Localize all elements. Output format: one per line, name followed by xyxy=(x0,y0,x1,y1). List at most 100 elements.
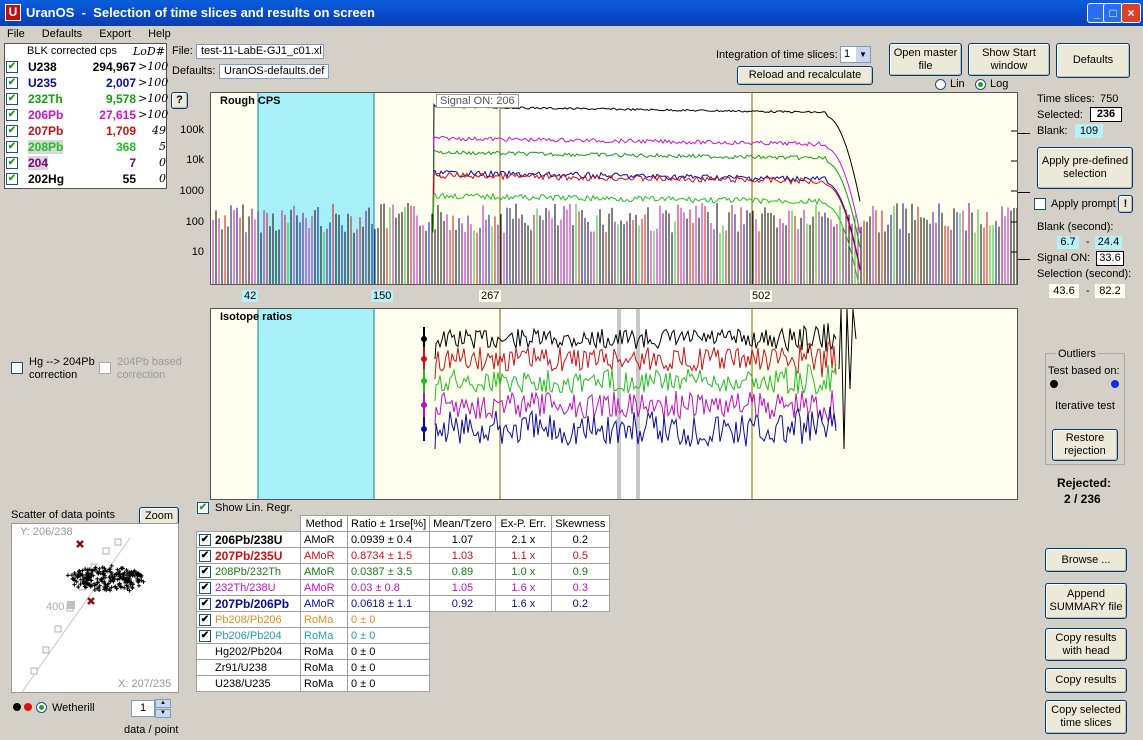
copy-selected-button[interactable]: Copy selected time slices xyxy=(1045,700,1127,734)
close-button[interactable]: × xyxy=(1121,3,1141,23)
result-row[interactable]: Zr91/U238 RoMa 0 ± 0 xyxy=(196,659,610,676)
cps-y-tick: 100k xyxy=(180,124,204,136)
result-method: AMoR xyxy=(300,595,348,612)
outliers-group: Outliers Test based on: Iterative test R… xyxy=(1045,348,1125,465)
isotope-ratio-chart[interactable]: Isotope ratios xyxy=(210,308,1018,500)
result-checkbox[interactable]: ✔ xyxy=(199,582,211,594)
result-checkbox[interactable]: ✔ xyxy=(199,630,211,642)
isotope-lod: >100 xyxy=(138,92,169,105)
result-row[interactable]: ✔ 207Pb/206Pb AMoR 0.0618 ± 1.1 0.92 1.6 x 0.2 xyxy=(196,595,610,612)
result-row[interactable]: Hg202/Pb204 RoMa 0 ± 0 xyxy=(196,643,610,660)
isotope-name: 206Pb xyxy=(28,108,64,122)
copy-results-button[interactable]: Copy results xyxy=(1045,668,1127,693)
defaults-button[interactable]: Defaults xyxy=(1056,43,1130,78)
scatter-point xyxy=(65,573,70,578)
result-method: RoMa xyxy=(300,611,348,628)
isotope-lod: >100 xyxy=(138,76,169,89)
result-ratio: 0 ± 0 xyxy=(346,659,431,676)
cps-title: Rough CPS xyxy=(220,95,281,107)
result-skewness: 0.2 xyxy=(550,595,610,612)
blank-dash: - xyxy=(1086,236,1090,248)
result-row[interactable]: ✔ 207Pb/235U AMoR 0.8734 ± 1.5 1.03 1.1 x 0.5 xyxy=(196,547,610,564)
black-dot-icon[interactable] xyxy=(1050,380,1058,388)
result-mean: 0.92 xyxy=(429,595,496,612)
result-checkbox[interactable]: ✔ xyxy=(199,614,211,626)
menu-defaults[interactable]: Defaults xyxy=(35,26,89,42)
isotope-lod: 0 xyxy=(159,156,166,169)
result-row[interactable]: ✔ Pb206/Pb204 RoMa 0 ± 0 xyxy=(196,627,610,644)
append-summary-button[interactable]: Append SUMMARY file xyxy=(1045,583,1127,619)
reload-button[interactable]: Reload and recalculate xyxy=(737,66,873,85)
browse-button[interactable]: Browse ... xyxy=(1045,548,1127,572)
file-field[interactable]: test-11-LabE-GJ1_c01.xl xyxy=(196,44,324,59)
result-checkbox[interactable]: ✔ xyxy=(199,598,211,610)
black-dot-icon[interactable] xyxy=(13,703,21,711)
isotope-name: U238 xyxy=(28,60,57,74)
red-dot-icon[interactable] xyxy=(24,703,32,711)
maximize-button[interactable]: □ xyxy=(1103,3,1123,23)
defaults-field[interactable]: UranOS-defaults.def xyxy=(219,64,329,79)
isotope-checkbox[interactable]: ✔ xyxy=(6,109,18,121)
cps-y-tick: 10 xyxy=(191,246,204,258)
outliers-title: Outliers xyxy=(1056,348,1098,360)
chevron-down-icon[interactable]: ▼ xyxy=(856,47,870,62)
result-row[interactable]: ✔ 208Pb/232Th AMoR 0.0387 ± 3.5 0.89 1.0 x 0.9 xyxy=(196,563,610,580)
result-ratio: 0.8734 ± 1.5 xyxy=(346,547,431,564)
isotope-checkbox[interactable]: ✔ xyxy=(6,141,18,153)
isotope-checkbox[interactable]: ✔ xyxy=(6,125,18,137)
cps-x-marker: 150 xyxy=(371,290,394,302)
result-mean: 1.07 xyxy=(429,531,496,548)
result-skewness: 0.3 xyxy=(550,579,610,596)
results-header-row: Method Ratio ± 1rse[%] Mean/Tzero Ex-P. … xyxy=(196,515,610,532)
connector-line xyxy=(1018,259,1030,260)
result-checkbox[interactable]: ✔ xyxy=(199,566,211,578)
apply-prompt-checkbox[interactable] xyxy=(1034,198,1046,210)
isotope-checkbox[interactable]: ✔ xyxy=(6,61,18,73)
show-lin-regr-checkbox[interactable]: ✔ xyxy=(197,502,209,514)
integration-select[interactable]: 1 ▼ xyxy=(840,46,871,63)
sel-to: 82.2 xyxy=(1095,284,1125,298)
result-ratio: 0.0618 ± 1.1 xyxy=(346,595,431,612)
open-master-button[interactable]: Open master file xyxy=(889,43,962,76)
data-per-point-input[interactable]: 1 xyxy=(131,700,155,717)
menu-help[interactable]: Help xyxy=(141,26,178,42)
result-row[interactable]: ✔ 206Pb/238U AMoR 0.0939 ± 0.4 1.07 2.1 x 0.2 xyxy=(196,531,610,548)
isotope-value: 1,709 xyxy=(105,124,136,138)
result-method: AMoR xyxy=(300,563,348,580)
result-row[interactable]: U238/U235 RoMa 0 ± 0 xyxy=(196,675,610,692)
copy-results-head-button[interactable]: Copy results with head xyxy=(1045,628,1127,661)
menu-file[interactable]: File xyxy=(0,26,32,42)
isotope-checkbox[interactable]: ✔ xyxy=(6,77,18,89)
chevron-down-icon[interactable]: ▼ xyxy=(155,709,171,718)
log-radio[interactable] xyxy=(975,79,986,90)
cps-y-tick: 1000 xyxy=(179,185,204,197)
menu-export[interactable]: Export xyxy=(92,26,138,42)
concordia-tick xyxy=(54,625,62,633)
apply-prompt-excl-button[interactable]: ! xyxy=(1118,195,1133,213)
data-per-point-stepper[interactable]: ▲ ▼ xyxy=(155,699,171,718)
result-row[interactable]: ✔ 232Th/238U AMoR 0.03 ± 0.8 1.05 1.6 x 0.3 xyxy=(196,579,610,596)
rejected-point xyxy=(87,597,95,605)
blue-dot-icon[interactable] xyxy=(1111,380,1119,388)
restore-rejection-button[interactable]: Restore rejection xyxy=(1052,429,1118,461)
isotope-checkbox[interactable]: ✔ xyxy=(6,93,18,105)
result-checkbox[interactable]: ✔ xyxy=(199,550,211,562)
lin-radio[interactable] xyxy=(935,79,946,90)
wetherill-radio[interactable] xyxy=(36,702,47,713)
show-start-button[interactable]: Show Start window xyxy=(968,43,1050,76)
blank-value: 109 xyxy=(1075,124,1103,138)
hg-correction-checkbox[interactable] xyxy=(11,362,23,374)
rough-cps-chart[interactable]: Rough CPS Signal ON: 206 xyxy=(210,92,1018,285)
apply-predefined-button[interactable]: Apply pre-defined selection xyxy=(1037,147,1133,189)
chevron-up-icon[interactable]: ▲ xyxy=(155,699,171,708)
result-method: AMoR xyxy=(300,547,348,564)
connector-line xyxy=(1018,192,1030,193)
result-row[interactable]: ✔ Pb208/Pb206 RoMa 0 ± 0 xyxy=(196,611,610,628)
help-button[interactable]: ? xyxy=(171,92,188,109)
pb204-correction-label: 204Pb based correction xyxy=(117,356,182,381)
isotope-checkbox[interactable]: ✔ xyxy=(6,173,18,185)
result-checkbox[interactable]: ✔ xyxy=(199,534,211,546)
scatter-plot[interactable]: Y: 206/238 X: 207/235 400 xyxy=(11,523,179,693)
defaults-label: Defaults: xyxy=(172,65,216,77)
isotope-checkbox[interactable]: ✔ xyxy=(6,157,18,169)
